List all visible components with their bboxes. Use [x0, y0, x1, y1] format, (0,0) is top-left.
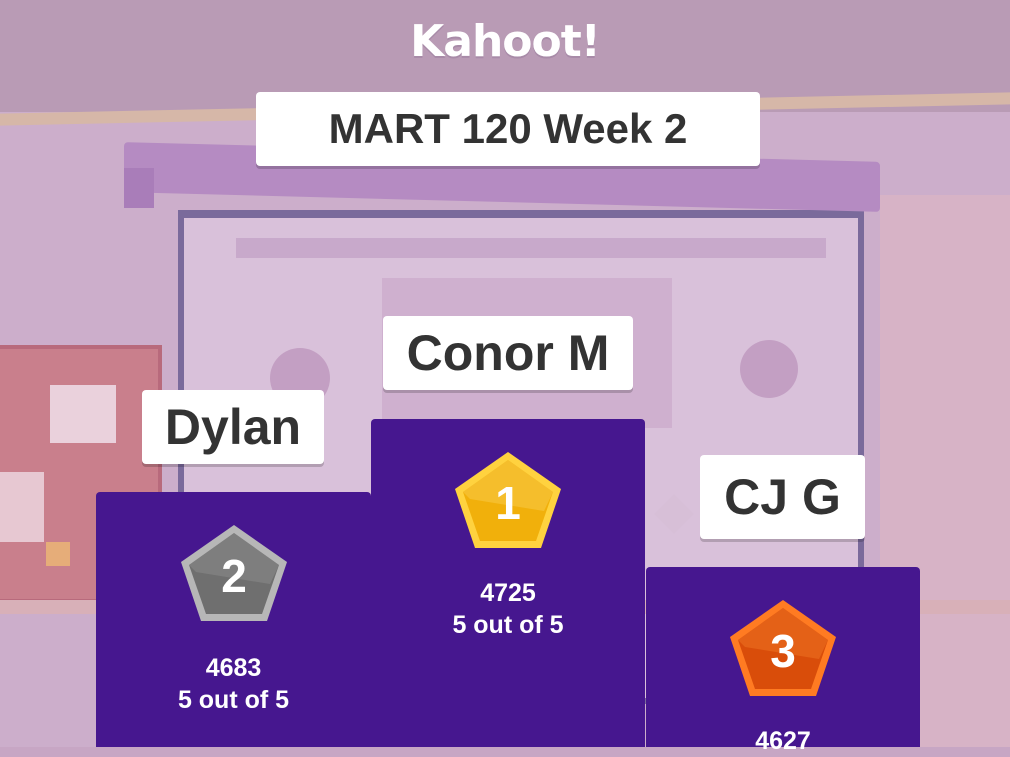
player-name-2nd: Dylan [164, 399, 302, 455]
kahoot-logo: Kahoot! [410, 16, 601, 67]
points-3rd: 4627 [755, 727, 811, 755]
player-name-3rd: CJ G [724, 469, 841, 525]
silver-pentagon-icon: 2 [178, 522, 290, 624]
sticky-note [0, 472, 44, 542]
quiz-title-box: MART 120 Week 2 [256, 92, 760, 166]
correct-count-1st: 5 out of 5 [452, 611, 564, 639]
podium-3rd: 3 4627 [646, 567, 920, 755]
rank-number-1st: 1 [495, 477, 521, 529]
quiz-title: MART 120 Week 2 [328, 105, 688, 152]
player-name-box-2nd: Dylan [142, 390, 324, 464]
screen-graphic [236, 238, 826, 258]
player-name-box-3rd: CJ G [700, 455, 865, 539]
player-name-box-1st: Conor M [383, 316, 633, 390]
correct-count-2nd: 5 out of 5 [177, 686, 290, 714]
podium-1st: 1 4725 5 out of 5 [371, 419, 645, 747]
rank-number-3rd: 3 [770, 625, 796, 677]
sticky-note [46, 542, 70, 566]
points-1st: 4725 [480, 579, 536, 607]
podium-2nd: 2 4683 5 out of 5 [96, 492, 371, 747]
rank-number-2nd: 2 [221, 550, 247, 602]
bronze-pentagon-icon: 3 [727, 597, 839, 699]
points-2nd: 4683 [205, 654, 262, 682]
projector-screen-cap [124, 168, 154, 208]
player-name-1st: Conor M [406, 325, 610, 381]
screen-graphic [740, 340, 798, 398]
sticky-note [50, 385, 116, 443]
gold-pentagon-icon: 1 [452, 449, 564, 551]
